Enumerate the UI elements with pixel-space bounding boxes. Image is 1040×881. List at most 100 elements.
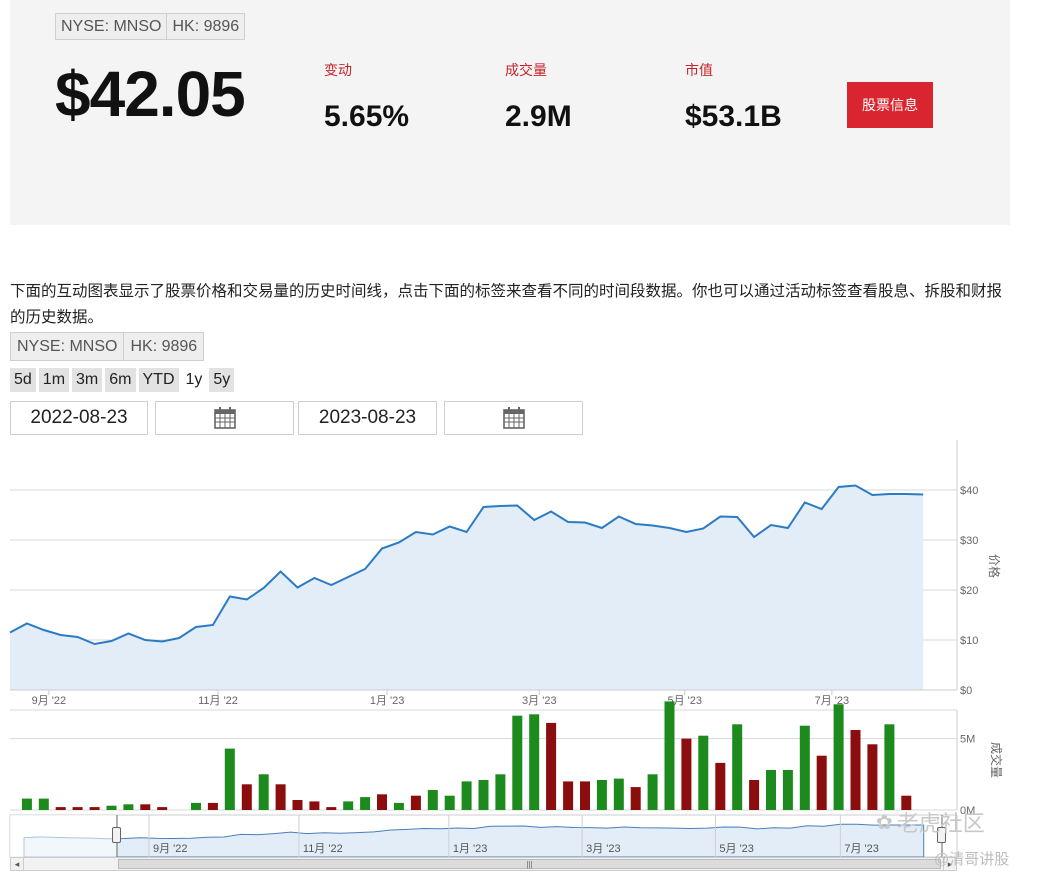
stat-market-cap-label: 市值	[685, 62, 713, 78]
ticker-tab-hk[interactable]: HK: 9896	[167, 13, 246, 40]
range-5d[interactable]: 5d	[10, 368, 36, 392]
volume-bar	[427, 790, 438, 810]
navigator-x-tick: 9月 '22	[153, 843, 188, 855]
volume-bar	[799, 725, 810, 810]
scrollbar-thumb[interactable]: |||	[118, 859, 941, 869]
range-1y[interactable]: 1y	[182, 368, 207, 392]
volume-bar	[258, 774, 269, 810]
volume-bar	[461, 781, 472, 810]
watermark-brand: ✿ 老虎社区	[876, 806, 985, 838]
volume-bar	[884, 724, 895, 810]
stock-price: $42.05	[55, 58, 246, 130]
price-y-tick: $0	[960, 685, 972, 697]
scroll-left-arrow-icon[interactable]: ◂	[11, 858, 24, 870]
price-y-ticks: $0 $10 $20 $30 $40	[960, 485, 978, 697]
price-y-tick: $20	[960, 585, 978, 597]
volume-bar	[207, 802, 218, 810]
chart-ticker-tabs: NYSE: MNSO HK: 9896	[10, 332, 205, 361]
end-date-input[interactable]: 2023-08-23	[298, 401, 437, 435]
volume-bar	[377, 794, 387, 810]
watermark-author: @清哥讲股	[934, 851, 1010, 868]
navigator-left-handle[interactable]	[112, 827, 121, 843]
range-1m[interactable]: 1m	[38, 368, 70, 392]
volume-bar	[833, 704, 844, 810]
volume-bar	[106, 805, 117, 810]
volume-bar	[478, 780, 489, 810]
volume-bar	[444, 795, 455, 810]
volume-bar	[681, 738, 692, 810]
navigator-x-tick: 11月 '22	[303, 843, 343, 855]
price-grid	[10, 489, 957, 641]
navigator-scrollbar[interactable]: ◂ ||| ▸	[10, 857, 957, 871]
volume-bar	[749, 780, 760, 810]
volume-bar	[664, 701, 675, 810]
volume-bar	[292, 800, 303, 810]
ticker-tabs: NYSE: MNSO HK: 9896	[55, 13, 246, 40]
volume-bar	[123, 804, 134, 810]
start-date-input[interactable]: 2022-08-23	[10, 401, 148, 435]
volume-bar	[393, 802, 404, 810]
volume-bar	[224, 748, 235, 810]
chart-ticker-tab-hk[interactable]: HK: 9896	[124, 332, 205, 361]
navigator-x-tick: 1月 '23	[453, 843, 488, 855]
volume-bar	[546, 722, 557, 810]
navigator-mask	[10, 815, 117, 857]
calendar-icon	[213, 407, 236, 429]
price-x-tick: 11月 '22	[198, 695, 238, 707]
range-3m[interactable]: 3m	[72, 368, 103, 392]
volume-bar	[766, 770, 776, 810]
stat-market-cap: 市值 $53.1B	[685, 60, 782, 134]
stock-summary-card: NYSE: MNSO HK: 9896 $42.05 变动 5.65% 成交量 …	[10, 0, 1010, 225]
price-x-tick: 1月 '23	[370, 695, 405, 707]
price-x-tick: 5月 '23	[667, 695, 702, 707]
volume-bar	[21, 798, 32, 810]
volume-bar	[867, 744, 878, 810]
navigator-x-tick: 3月 '23	[586, 843, 621, 855]
price-axis-label: 价格	[987, 554, 1002, 578]
chart-ticker-tab-nyse[interactable]: NYSE: MNSO	[10, 332, 125, 361]
stat-change-value: 5.65%	[324, 100, 410, 133]
range-ytd[interactable]: YTD	[138, 368, 179, 392]
volume-bar	[360, 797, 371, 810]
volume-bar	[563, 781, 574, 810]
volume-bar	[241, 784, 252, 810]
volume-bar	[72, 807, 83, 810]
stock-info-button[interactable]: 股票信息	[847, 82, 933, 128]
ticker-tab-nyse[interactable]: NYSE: MNSO	[55, 13, 168, 40]
range-6m[interactable]: 6m	[105, 368, 136, 392]
range-selector: 5d 1m 3m 6m YTD 1y 5y	[10, 368, 235, 392]
stat-volume-label: 成交量	[505, 62, 547, 78]
volume-bar	[55, 807, 66, 810]
volume-bar	[529, 714, 540, 810]
volume-bar	[816, 755, 827, 810]
stat-change: 变动 5.65%	[324, 60, 409, 134]
tiger-logo-icon: ✿	[876, 811, 893, 834]
volume-bar	[512, 715, 523, 810]
navigator-frame	[9, 814, 958, 858]
price-area	[10, 485, 924, 690]
volume-bar	[140, 804, 151, 810]
range-5y[interactable]: 5y	[209, 368, 235, 392]
volume-bar	[275, 784, 286, 810]
volume-bar	[732, 724, 743, 810]
volume-bar	[410, 795, 421, 810]
volume-bar	[309, 801, 320, 810]
volume-bar	[630, 787, 641, 810]
start-date-calendar-button[interactable]	[155, 401, 294, 435]
volume-bar	[647, 774, 658, 810]
volume-bar	[157, 807, 168, 810]
chart-description: 下面的互动图表显示了股票价格和交易量的历史时间线，点击下面的标签来查看不同的时间…	[10, 283, 1003, 326]
volume-y-ticks: 0M5M	[960, 734, 975, 817]
volume-bar	[326, 807, 337, 810]
volume-bar	[495, 774, 506, 810]
volume-bars	[21, 701, 912, 810]
volume-bar	[580, 781, 590, 810]
price-x-tick: 3月 '23	[522, 695, 557, 707]
end-date-calendar-button[interactable]	[444, 401, 583, 435]
volume-bar	[850, 730, 861, 810]
volume-axis-label: 成交量	[989, 742, 1004, 778]
volume-bar	[715, 762, 726, 810]
volume-bar	[596, 780, 607, 810]
volume-bar	[613, 778, 624, 810]
price-x-tick: 7月 '23	[815, 695, 850, 707]
